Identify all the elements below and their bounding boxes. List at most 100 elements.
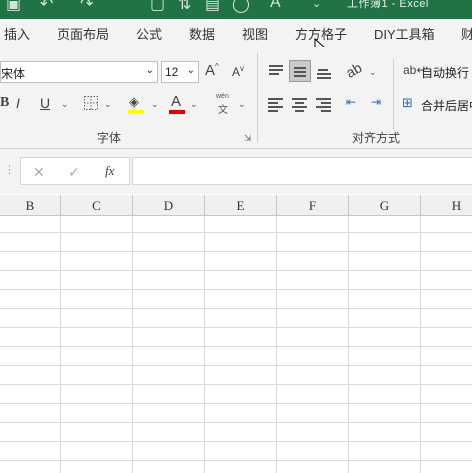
grid-line bbox=[0, 441, 472, 442]
phonetic-top: wén bbox=[216, 93, 229, 100]
shape-icon[interactable]: ◯ bbox=[232, 0, 250, 14]
chevron-down-icon[interactable]: ⌄ bbox=[190, 99, 198, 110]
wrap-text-button[interactable]: 自动换行 bbox=[421, 64, 469, 81]
sort-icon[interactable]: ⇅ bbox=[178, 0, 191, 14]
grid-line bbox=[0, 384, 472, 385]
highlight-color-bar bbox=[128, 110, 144, 114]
grid-line bbox=[0, 422, 472, 423]
fill-color-button[interactable]: ◈ bbox=[126, 94, 148, 114]
formula-bar: ⋮ ✕ ✓ fx bbox=[0, 149, 472, 194]
phonetic-bottom: 文 bbox=[218, 105, 228, 116]
grid-line bbox=[0, 327, 472, 328]
grid-line bbox=[0, 460, 472, 461]
tab-insert[interactable]: 插入 bbox=[4, 24, 30, 43]
grid-line bbox=[0, 251, 472, 252]
enter-icon[interactable]: ✓ bbox=[68, 164, 80, 181]
decrease-font-button[interactable]: Av bbox=[232, 64, 244, 79]
chevron-down-icon: ⌄ bbox=[145, 65, 154, 76]
font-color-button[interactable]: A bbox=[168, 93, 186, 115]
tab-formulas[interactable]: 公式 bbox=[136, 24, 162, 43]
cancel-icon[interactable]: ✕ bbox=[33, 164, 45, 181]
column-headers: B C D E F G H bbox=[0, 195, 472, 216]
tab-finance[interactable]: 财 bbox=[461, 24, 472, 43]
chevron-down-icon[interactable]: ⌄ bbox=[61, 99, 69, 110]
grid-line bbox=[276, 216, 277, 473]
align-center-button[interactable] bbox=[291, 96, 309, 112]
align-left-button[interactable] bbox=[267, 96, 285, 112]
grid-line bbox=[0, 232, 472, 233]
grid-line bbox=[0, 365, 472, 366]
phonetic-button[interactable]: wén 文 bbox=[214, 93, 234, 116]
customize-qa-icon[interactable]: ⌄ bbox=[312, 0, 321, 10]
dialog-launcher-icon[interactable]: ⇲ bbox=[244, 133, 252, 144]
column-header-h[interactable]: H bbox=[421, 195, 472, 215]
font-color-label: A bbox=[171, 93, 182, 110]
column-header-g[interactable]: G bbox=[349, 195, 421, 215]
grid-line bbox=[132, 216, 133, 473]
window-title: 工作簿1 - Excel bbox=[347, 0, 429, 10]
text-style-icon[interactable]: A bbox=[270, 0, 281, 12]
font-color-bar bbox=[169, 110, 185, 114]
tab-view[interactable]: 视图 bbox=[242, 24, 268, 43]
title-bar: ▣ ↶ ↷ ▢ ⇅ ▤ ◯ A ⌄ 工作簿1 - Excel bbox=[0, 0, 472, 19]
insert-function-icon[interactable]: fx bbox=[105, 163, 114, 179]
column-header-f[interactable]: F bbox=[277, 195, 349, 215]
group-separator bbox=[257, 53, 258, 143]
bottom-align-button[interactable] bbox=[315, 63, 333, 81]
chevron-down-icon[interactable]: ⌄ bbox=[104, 99, 112, 110]
border-icon[interactable] bbox=[84, 96, 98, 110]
underline-button[interactable]: U bbox=[40, 95, 50, 111]
grid-line bbox=[420, 216, 421, 473]
font-name-value: 宋体 bbox=[1, 67, 26, 81]
ribbon-home: 宋体 ⌄ 12 ⌄ A^ Av B I U ⌄ ⌄ ◈ ⌄ A ⌄ wén 文 … bbox=[0, 47, 472, 149]
orientation-icon[interactable]: ab bbox=[343, 59, 364, 81]
paint-bucket-icon: ◈ bbox=[129, 94, 139, 109]
quick-access-icon[interactable]: ▢ bbox=[150, 0, 165, 14]
tab-diy-toolbox[interactable]: DIY工具箱 bbox=[374, 24, 435, 43]
increase-font-button[interactable]: A^ bbox=[205, 62, 219, 79]
grid-line bbox=[0, 403, 472, 404]
alignment-group-label: 对齐方式 bbox=[352, 131, 401, 145]
chevron-down-icon[interactable]: ⌄ bbox=[151, 99, 159, 110]
bold-button[interactable]: B bbox=[0, 95, 9, 111]
decrease-indent-icon[interactable]: ⇤ bbox=[346, 95, 356, 109]
ribbon-tabs: 插入 页面布局 公式 数据 视图 方方格子 DIY工具箱 财 bbox=[0, 19, 472, 58]
chevron-down-icon[interactable]: ⌄ bbox=[369, 67, 377, 78]
increase-indent-icon[interactable]: ⇥ bbox=[371, 95, 381, 109]
grid-line bbox=[0, 289, 472, 290]
grid-line bbox=[60, 216, 61, 473]
increase-font-label: A bbox=[205, 62, 216, 79]
font-size-value: 12 bbox=[165, 65, 179, 79]
column-header-c[interactable]: C bbox=[61, 195, 133, 215]
font-group-label: 字体 bbox=[97, 131, 122, 145]
middle-align-button[interactable] bbox=[289, 60, 311, 82]
align-right-button[interactable] bbox=[315, 96, 333, 112]
formula-input[interactable] bbox=[132, 157, 472, 185]
chevron-down-icon: ⌄ bbox=[186, 65, 195, 76]
drag-handle-icon[interactable]: ⋮ bbox=[4, 163, 15, 176]
calc-icon[interactable]: ▤ bbox=[205, 0, 220, 14]
grid-line bbox=[348, 216, 349, 473]
tab-data[interactable]: 数据 bbox=[189, 24, 215, 43]
font-size-select[interactable]: 12 ⌄ bbox=[161, 61, 199, 83]
top-align-button[interactable] bbox=[267, 63, 285, 79]
redo-icon[interactable]: ↷ bbox=[80, 0, 93, 14]
undo-icon[interactable]: ↶ bbox=[40, 0, 53, 14]
tab-page-layout[interactable]: 页面布局 bbox=[57, 24, 109, 43]
column-header-d[interactable]: D bbox=[133, 195, 205, 215]
merge-center-icon: ⊞ bbox=[402, 95, 413, 110]
decrease-font-label: A bbox=[232, 65, 241, 79]
group-separator bbox=[393, 59, 394, 129]
grid-line bbox=[0, 346, 472, 347]
column-header-e[interactable]: E bbox=[205, 195, 277, 215]
cell-grid[interactable] bbox=[0, 216, 472, 473]
font-name-select[interactable]: 宋体 ⌄ bbox=[0, 61, 158, 83]
formula-buttons-box: ✕ ✓ fx bbox=[20, 157, 130, 185]
column-header-b[interactable]: B bbox=[0, 195, 61, 215]
chevron-down-icon[interactable]: ⌄ bbox=[238, 99, 246, 110]
grid-line bbox=[204, 216, 205, 473]
save-icon[interactable]: ▣ bbox=[6, 0, 21, 14]
grid-line bbox=[0, 270, 472, 271]
merge-center-button[interactable]: 合并后居中 bbox=[421, 97, 472, 114]
italic-button[interactable]: I bbox=[16, 95, 20, 111]
